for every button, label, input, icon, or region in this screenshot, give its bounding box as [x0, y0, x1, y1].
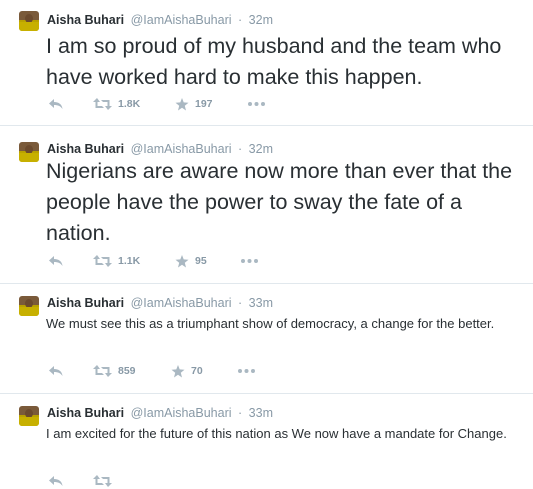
- reply-icon: [49, 99, 63, 109]
- star-icon: [175, 97, 189, 110]
- tweet[interactable]: Aisha Buhari @IamAishaBuhari · 32m I am …: [0, 0, 533, 126]
- more-icon: [248, 102, 265, 106]
- favorite-count: 70: [191, 365, 203, 377]
- author-name[interactable]: Aisha Buhari: [47, 296, 124, 310]
- separator: ·: [238, 142, 243, 156]
- reply-icon: [49, 256, 63, 266]
- tweet[interactable]: Aisha Buhari @IamAishaBuhari · 33m We mu…: [0, 284, 533, 394]
- author-name[interactable]: Aisha Buhari: [47, 142, 124, 156]
- reply-button[interactable]: [48, 253, 64, 269]
- more-button[interactable]: [248, 96, 265, 112]
- tweet-timestamp[interactable]: 32m: [249, 13, 273, 27]
- more-button[interactable]: [238, 363, 255, 379]
- retweet-button[interactable]: 1.8K: [93, 96, 140, 112]
- avatar[interactable]: [19, 11, 39, 31]
- favorite-button[interactable]: 70: [171, 363, 203, 379]
- retweet-icon: [93, 365, 112, 377]
- retweet-count: 1.8K: [118, 98, 141, 110]
- star-icon: [175, 254, 189, 267]
- star-icon: [171, 364, 185, 377]
- more-icon: [238, 369, 255, 373]
- tweet-header: Aisha Buhari @IamAishaBuhari · 32m: [47, 12, 273, 28]
- tweet-header: Aisha Buhari @IamAishaBuhari · 32m: [47, 141, 273, 157]
- author-name[interactable]: Aisha Buhari: [47, 406, 124, 420]
- favorite-count: 95: [195, 255, 207, 267]
- retweet-button[interactable]: 1.1K: [93, 253, 140, 269]
- tweet[interactable]: Aisha Buhari @IamAishaBuhari · 32m Niger…: [0, 126, 533, 284]
- separator: ·: [238, 296, 243, 310]
- reply-button[interactable]: [48, 473, 64, 489]
- tweet-text: I am excited for the future of this nati…: [46, 426, 507, 441]
- separator: ·: [238, 13, 243, 27]
- author-handle[interactable]: @IamAishaBuhari: [131, 406, 232, 420]
- reply-button[interactable]: [48, 96, 64, 112]
- tweet-header: Aisha Buhari @IamAishaBuhari · 33m: [47, 295, 273, 311]
- reply-button[interactable]: [48, 363, 64, 379]
- tweet-timestamp[interactable]: 32m: [249, 142, 273, 156]
- tweet-header: Aisha Buhari @IamAishaBuhari · 33m: [47, 405, 273, 421]
- author-name[interactable]: Aisha Buhari: [47, 13, 124, 27]
- tweet-text: Nigerians are aware now more than ever t…: [46, 159, 513, 245]
- retweet-count: 1.1K: [118, 255, 141, 267]
- favorite-count: 197: [195, 98, 213, 110]
- reply-icon: [49, 366, 63, 376]
- retweet-count: 859: [118, 365, 136, 377]
- tweet-text: We must see this as a triumphant show of…: [46, 316, 495, 331]
- retweet-icon: [93, 98, 112, 110]
- avatar[interactable]: [19, 406, 39, 426]
- author-handle[interactable]: @IamAishaBuhari: [131, 13, 232, 27]
- retweet-button[interactable]: [93, 473, 112, 489]
- more-button[interactable]: [241, 253, 258, 269]
- author-handle[interactable]: @IamAishaBuhari: [131, 142, 232, 156]
- retweet-icon: [93, 255, 112, 267]
- more-icon: [241, 259, 258, 263]
- tweet-text: I am so proud of my husband and the team…: [46, 34, 502, 89]
- avatar[interactable]: [19, 296, 39, 316]
- tweet[interactable]: Aisha Buhari @IamAishaBuhari · 33m I am …: [0, 394, 533, 487]
- tweet-timestamp[interactable]: 33m: [249, 406, 273, 420]
- separator: ·: [238, 406, 243, 420]
- favorite-button[interactable]: 95: [175, 253, 207, 269]
- avatar[interactable]: [19, 142, 39, 162]
- retweet-button[interactable]: 859: [93, 363, 136, 379]
- tweet-timestamp[interactable]: 33m: [249, 296, 273, 310]
- favorite-button[interactable]: 197: [175, 96, 213, 112]
- author-handle[interactable]: @IamAishaBuhari: [131, 296, 232, 310]
